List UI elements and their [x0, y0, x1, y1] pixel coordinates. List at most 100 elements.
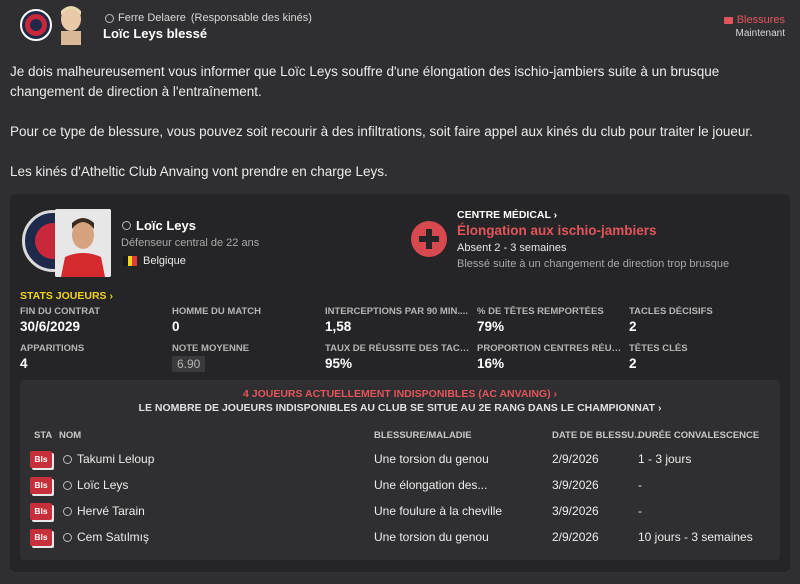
stat-label: % DE TÊTES REMPORTÉES	[477, 306, 604, 317]
stat-value: 0	[172, 319, 180, 334]
date-cell: 2/9/2026	[552, 530, 599, 544]
message-paragraph-3: Les kinés d'Atheltic Club Anvaing vont p…	[10, 164, 388, 179]
stat-label: INTERCEPTIONS PAR 90 MIN....	[325, 306, 468, 317]
status-badge: Bls	[30, 477, 52, 494]
stat-label: TAUX DE RÉUSSITE DES TACLES	[325, 343, 475, 354]
belgium-flag-icon	[123, 256, 138, 266]
message-time: Maintenant	[735, 28, 785, 39]
absence-duration: Absent 2 - 3 semaines	[457, 242, 567, 254]
player-name-link[interactable]: Loïc Leys	[121, 218, 196, 233]
player-name[interactable]: Hervé Tarain	[77, 504, 145, 518]
table-row[interactable]: Bls Takumi Leloup Une torsion du genou 2…	[20, 446, 780, 472]
person-icon	[62, 532, 72, 542]
category-label: Blessures	[736, 14, 785, 26]
stat-headers-won: % DE TÊTES REMPORTÉES 79%	[477, 306, 627, 334]
stat-interceptions: INTERCEPTIONS PAR 90 MIN.... 1,58	[325, 306, 475, 334]
player-cell[interactable]: Hervé Tarain	[62, 504, 145, 518]
stat-value: 1,58	[325, 319, 352, 334]
person-icon	[62, 506, 72, 516]
date-cell: 3/9/2026	[552, 478, 599, 492]
status-badge: Bls	[30, 503, 52, 520]
stat-value: 16%	[477, 356, 505, 371]
table-row[interactable]: Bls Cem Satılmış Une torsion du genou 2/…	[20, 524, 780, 550]
status-badge: Bls	[30, 451, 52, 468]
player-injury-card: Loïc Leys Défenseur central de 22 ans Be…	[10, 194, 790, 572]
stat-label: TÊTES CLÉS	[629, 343, 688, 354]
stat-player-of-match: HOMME DU MATCH 0	[172, 306, 322, 334]
stat-value: 95%	[325, 356, 353, 371]
message-header: Ferre Delaere (Responsable des kinés) Lo…	[0, 0, 800, 50]
stat-value: 2	[629, 356, 637, 371]
injury-cause: Blessé suite à un changement de directio…	[457, 258, 730, 270]
injury-tag-icon	[723, 16, 733, 24]
message-paragraph-2: Pour ce type de blessure, vous pouvez so…	[10, 124, 753, 139]
sender-line[interactable]: Ferre Delaere (Responsable des kinés)	[104, 12, 312, 24]
player-name[interactable]: Loïc Leys	[77, 478, 128, 492]
player-cell[interactable]: Loïc Leys	[62, 478, 128, 492]
unavailable-players-panel: 4 JOUEURS ACTUELLEMENT INDISPONIBLES (AC…	[20, 380, 780, 560]
status-badge: Bls	[30, 529, 52, 546]
table-row[interactable]: Bls Loïc Leys Une élongation des... 3/9/…	[20, 472, 780, 498]
stat-label: APPARITIONS	[20, 343, 85, 354]
duration-cell: 10 jours - 3 semaines	[638, 530, 753, 544]
player-stats-link[interactable]: STATS JOUEURS ›	[20, 290, 113, 302]
injury-cell: Une élongation des...	[374, 478, 488, 492]
sender-role: (Responsable des kinés)	[190, 12, 312, 24]
medical-centre-link[interactable]: CENTRE MÉDICAL ›	[457, 209, 557, 221]
stat-value: 2	[629, 319, 637, 334]
unavailable-title-link[interactable]: 4 JOUEURS ACTUELLEMENT INDISPONIBLES (AC…	[20, 388, 780, 400]
column-header-duration[interactable]: DURÉE CONVALESCENCE	[638, 430, 759, 441]
stat-average-rating: NOTE MOYENNE 6.90	[172, 343, 322, 372]
person-icon	[62, 454, 72, 464]
stat-label: NOTE MOYENNE	[172, 343, 250, 354]
date-cell: 2/9/2026	[552, 452, 599, 466]
column-header-name[interactable]: NOM	[59, 430, 81, 441]
message-body: Je dois malheureusement vous informer qu…	[10, 62, 790, 202]
person-icon	[121, 221, 131, 230]
stat-tackle-success: TAUX DE RÉUSSITE DES TACLES 95%	[325, 343, 475, 371]
club-logo[interactable]	[20, 9, 52, 41]
nationality-label: Belgique	[143, 255, 186, 267]
injury-cell: Une foulure à la cheville	[374, 504, 503, 518]
stat-value: 79%	[477, 319, 505, 334]
column-header-injury[interactable]: BLESSURE/MALADIE	[374, 430, 472, 441]
duration-cell: 1 - 3 jours	[638, 452, 692, 466]
player-cell[interactable]: Cem Satılmış	[62, 530, 149, 544]
stat-key-headers: TÊTES CLÉS 2	[629, 343, 779, 371]
message-subject: Loïc Leys blessé	[103, 26, 208, 41]
duration-cell: -	[638, 504, 642, 518]
player-name[interactable]: Cem Satılmış	[77, 530, 149, 544]
stat-label: PROPORTION CENTRES RÉUSS...	[477, 343, 627, 354]
injury-cell: Une torsion du genou	[374, 452, 489, 466]
player-name[interactable]: Takumi Leloup	[77, 452, 154, 466]
stat-label: FIN DU CONTRAT	[20, 306, 101, 317]
duration-cell: -	[638, 478, 642, 492]
unavailable-ranking-link[interactable]: LE NOMBRE DE JOUEURS INDISPONIBLES AU CL…	[20, 402, 780, 414]
table-row[interactable]: Bls Hervé Tarain Une foulure à la chevil…	[20, 498, 780, 524]
injury-cell: Une torsion du genou	[374, 530, 489, 544]
stat-appearances: APPARITIONS 4	[20, 343, 170, 371]
column-header-date[interactable]: DATE DE BLESSU...	[552, 430, 642, 441]
date-cell: 3/9/2026	[552, 504, 599, 518]
sender-avatar[interactable]	[57, 5, 85, 45]
stat-contract-end: FIN DU CONTRAT 30/6/2029	[20, 306, 170, 334]
person-icon	[104, 13, 114, 23]
injury-name: Élongation aux ischio-jambiers	[457, 223, 657, 238]
stat-cross-completion: PROPORTION CENTRES RÉUSS... 16%	[477, 343, 627, 371]
player-photo[interactable]	[55, 209, 111, 277]
player-name[interactable]: Loïc Leys	[136, 218, 196, 233]
player-nationality[interactable]: Belgique	[123, 255, 186, 267]
stat-value: 30/6/2029	[20, 319, 81, 334]
player-cell[interactable]: Takumi Leloup	[62, 452, 154, 466]
medical-cross-icon	[411, 221, 447, 257]
stat-value: 4	[20, 356, 28, 371]
stat-label: HOMME DU MATCH	[172, 306, 262, 317]
message-paragraph-1: Je dois malheureusement vous informer qu…	[10, 64, 720, 99]
player-description: Défenseur central de 22 ans	[121, 237, 260, 249]
column-header-status[interactable]: STA	[34, 430, 52, 441]
message-category: Blessures	[723, 14, 785, 26]
sender-name[interactable]: Ferre Delaere	[118, 12, 186, 24]
person-icon	[62, 480, 72, 490]
stat-label: TACLES DÉCISIFS	[629, 306, 713, 317]
stat-value: 6.90	[172, 356, 206, 372]
